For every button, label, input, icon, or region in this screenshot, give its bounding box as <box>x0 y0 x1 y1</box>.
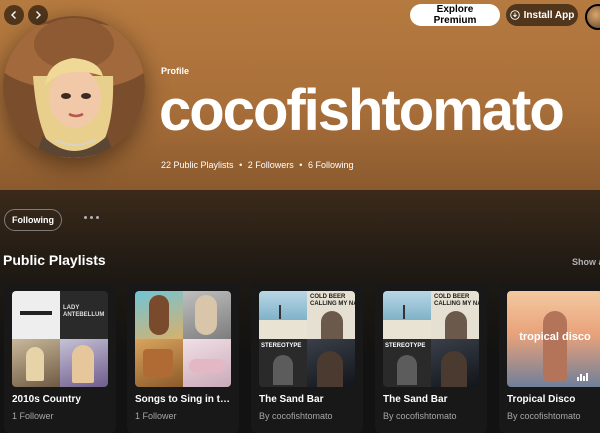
install-app-label: Install App <box>523 9 575 21</box>
playlist-cover: tropical disco <box>507 291 600 387</box>
playlist-cover: COLD BEER CALLING MY NAME STEREOTYPE <box>383 291 479 387</box>
cover-tile <box>259 291 307 339</box>
cover-text: COLD BEER CALLING MY NAME <box>310 294 355 307</box>
separator: • <box>239 160 243 170</box>
cover-tile: COLD BEER CALLING MY NAME <box>431 291 479 339</box>
more-dot <box>90 216 93 219</box>
profile-stats: 22 Public Playlists • 2 Followers • 6 Fo… <box>161 160 353 170</box>
cover-tile <box>431 339 479 387</box>
playlist-title: The Sand Bar <box>383 394 448 405</box>
profile-portrait-image <box>3 16 145 158</box>
profile-name: cocofishtomato <box>159 78 565 143</box>
playlist-subtitle: By cocofishtomato <box>383 411 457 421</box>
cover-tile <box>183 291 231 339</box>
cover-tile <box>12 339 60 387</box>
more-options-button[interactable] <box>84 216 99 219</box>
playlist-subtitle: 1 Follower <box>135 411 177 421</box>
cover-tile: LADY ANTEBELLUM <box>60 291 108 339</box>
playlist-card-the-sand-bar-2[interactable]: COLD BEER CALLING MY NAME STEREOTYPE The… <box>375 283 487 433</box>
cover-tile <box>135 339 183 387</box>
more-horizontal-icon <box>84 216 87 219</box>
cover-text: LADY ANTEBELLUM <box>63 305 105 318</box>
playlist-card-tropical-disco[interactable]: tropical disco Tropical Disco By cocofis… <box>499 283 600 433</box>
playlist-cover: LADY ANTEBELLUM <box>12 291 108 387</box>
playlist-card-the-sand-bar[interactable]: COLD BEER CALLING MY NAME STEREOTYPE The… <box>251 283 363 433</box>
cover-tile <box>307 339 355 387</box>
back-button[interactable] <box>4 5 24 25</box>
cover-tile <box>183 339 231 387</box>
playlist-title: The Sand Bar <box>259 394 324 405</box>
playlist-card-songs-to-sing[interactable]: Songs to Sing in the Car 1 Follower <box>127 283 239 433</box>
playlist-subtitle: By cocofishtomato <box>507 411 581 421</box>
public-playlists-count[interactable]: 22 Public Playlists <box>161 160 234 170</box>
chevron-right-icon <box>36 11 41 19</box>
spotify-bars-icon <box>577 373 593 381</box>
cover-tile: STEREOTYPE <box>383 339 431 387</box>
profile-type-label: Profile <box>161 66 190 76</box>
playlist-card-2010s-country[interactable]: LADY ANTEBELLUM 2010s Country 1 Follower <box>4 283 116 433</box>
cover-tile <box>60 339 108 387</box>
separator: • <box>299 160 303 170</box>
show-all-link[interactable]: Show a <box>572 257 600 267</box>
section-title[interactable]: Public Playlists <box>3 252 106 268</box>
playlist-subtitle: 1 Follower <box>12 411 54 421</box>
playlist-cover: COLD BEER CALLING MY NAME STEREOTYPE <box>259 291 355 387</box>
following-button[interactable]: Following <box>4 209 62 231</box>
explore-premium-button[interactable]: Explore Premium <box>410 4 500 26</box>
playlist-subtitle: By cocofishtomato <box>259 411 333 421</box>
cover-tile: COLD BEER CALLING MY NAME <box>307 291 355 339</box>
cover-tile: STEREOTYPE <box>259 339 307 387</box>
playlist-title: 2010s Country <box>12 394 81 405</box>
following-count[interactable]: 6 Following <box>308 160 354 170</box>
playlist-cover <box>135 291 231 387</box>
cover-text: tropical disco <box>519 331 591 343</box>
install-app-button[interactable]: Install App <box>506 4 578 26</box>
cover-tile <box>12 291 60 339</box>
cover-text: COLD BEER CALLING MY NAME <box>434 294 479 307</box>
download-circle-icon <box>509 10 520 20</box>
cover-text: STEREOTYPE <box>385 343 426 349</box>
cover-tile <box>383 291 431 339</box>
playlist-title: Songs to Sing in the Car <box>135 394 235 405</box>
chevron-left-icon <box>11 11 16 19</box>
followers-count[interactable]: 2 Followers <box>248 160 294 170</box>
playlist-title: Tropical Disco <box>507 394 576 405</box>
profile-picture[interactable] <box>3 16 145 158</box>
cover-text: STEREOTYPE <box>261 343 302 349</box>
more-dot <box>96 216 99 219</box>
cover-tile <box>135 291 183 339</box>
